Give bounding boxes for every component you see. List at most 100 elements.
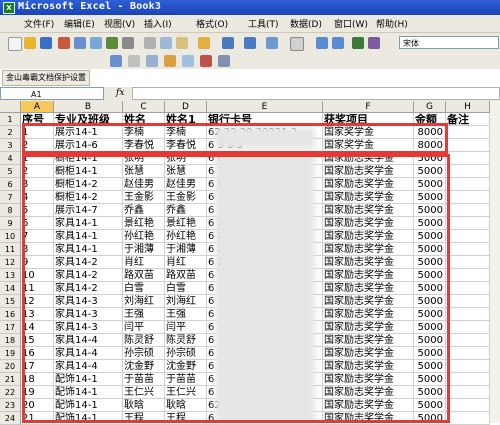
table-cell[interactable]: [446, 178, 490, 191]
table-cell[interactable]: [446, 321, 490, 334]
name-box[interactable]: A1: [0, 87, 104, 100]
save-icon[interactable]: [40, 37, 52, 49]
table-cell[interactable]: [446, 204, 490, 217]
row-header[interactable]: 16: [0, 308, 21, 321]
row-header[interactable]: 23: [0, 399, 21, 412]
table-cell[interactable]: [446, 217, 490, 230]
table-cell[interactable]: [446, 347, 490, 360]
column-header-b[interactable]: B: [54, 101, 123, 113]
formula-input[interactable]: [132, 87, 500, 100]
column-header-c[interactable]: C: [123, 101, 165, 113]
new-icon[interactable]: [8, 37, 22, 51]
column-header-g[interactable]: G: [414, 101, 446, 113]
menu-data[interactable]: 数据(D): [290, 17, 322, 30]
menu-tools[interactable]: 工具(T): [248, 17, 279, 30]
row-header[interactable]: 21: [0, 373, 21, 386]
table-cell[interactable]: [446, 399, 490, 412]
table-cell[interactable]: [446, 308, 490, 321]
table-cell[interactable]: [446, 282, 490, 295]
table-cell[interactable]: [446, 230, 490, 243]
table-cell[interactable]: [446, 334, 490, 347]
toolbar2-icon-2[interactable]: [128, 55, 140, 67]
drawing-icon[interactable]: [368, 37, 380, 49]
menu-edit[interactable]: 编辑(E): [64, 17, 95, 30]
open-icon[interactable]: [24, 37, 36, 49]
toolbar2-icon-3[interactable]: [146, 55, 158, 67]
table-cell[interactable]: [446, 256, 490, 269]
menu-file[interactable]: 文件(F): [24, 17, 54, 30]
undo-icon[interactable]: [222, 37, 234, 49]
table-cell[interactable]: [446, 139, 490, 152]
redo-icon[interactable]: [244, 37, 256, 49]
menu-insert[interactable]: 插入(I): [144, 17, 172, 30]
table-cell[interactable]: [446, 243, 490, 256]
table-cell[interactable]: [446, 295, 490, 308]
column-header-h[interactable]: H: [446, 101, 490, 113]
row-header[interactable]: 3: [0, 139, 21, 152]
toolbar2-icon-5[interactable]: [182, 55, 194, 67]
autosum-icon[interactable]: [290, 37, 304, 51]
menu-help[interactable]: 帮助(H): [376, 17, 408, 30]
print-preview-icon[interactable]: [90, 37, 102, 49]
row-header[interactable]: 1: [0, 113, 21, 126]
copy-icon[interactable]: [160, 37, 172, 49]
row-header[interactable]: 13: [0, 269, 21, 282]
menu-window[interactable]: 窗口(W): [334, 17, 368, 30]
row-header[interactable]: 24: [0, 412, 21, 425]
permission-icon[interactable]: [58, 37, 70, 49]
row-header[interactable]: 10: [0, 230, 21, 243]
spelling-icon[interactable]: [106, 37, 118, 49]
row-header[interactable]: 7: [0, 191, 21, 204]
vertical-scrollbar[interactable]: [490, 101, 500, 423]
row-header[interactable]: 2: [0, 126, 21, 139]
hyperlink-icon[interactable]: [266, 37, 278, 49]
row-header[interactable]: 6: [0, 178, 21, 191]
row-header[interactable]: 22: [0, 386, 21, 399]
row-header[interactable]: 15: [0, 295, 21, 308]
select-all-corner[interactable]: [0, 101, 21, 113]
cut-icon[interactable]: [144, 37, 156, 49]
header-cell[interactable]: 备注: [446, 113, 490, 126]
table-cell[interactable]: [446, 269, 490, 282]
sort-ascending-icon[interactable]: [316, 37, 328, 49]
chart-wizard-icon[interactable]: [352, 37, 364, 49]
toolbar2-icon-1[interactable]: [110, 55, 122, 67]
table-cell[interactable]: [446, 412, 490, 425]
row-header[interactable]: 8: [0, 204, 21, 217]
toolbar2-icon-7[interactable]: [218, 55, 230, 67]
table-cell[interactable]: [446, 373, 490, 386]
toolbar2-icon-4[interactable]: [164, 55, 176, 67]
row-header[interactable]: 18: [0, 334, 21, 347]
row-header[interactable]: 9: [0, 217, 21, 230]
font-name-select[interactable]: 宋体: [399, 36, 499, 49]
column-header-d[interactable]: D: [165, 101, 207, 113]
excel-app-icon[interactable]: X: [3, 2, 15, 14]
toolbar2-icon-6[interactable]: [200, 55, 212, 67]
format-painter-icon[interactable]: [198, 37, 210, 49]
row-header[interactable]: 20: [0, 360, 21, 373]
table-cell[interactable]: [446, 191, 490, 204]
column-header-e[interactable]: E: [207, 101, 323, 113]
menu-view[interactable]: 视图(V): [104, 17, 135, 30]
table-cell[interactable]: [446, 165, 490, 178]
row-header[interactable]: 19: [0, 347, 21, 360]
table-cell[interactable]: [446, 126, 490, 139]
column-header-f[interactable]: F: [323, 101, 414, 113]
print-icon[interactable]: [74, 37, 86, 49]
row-header[interactable]: 5: [0, 165, 21, 178]
column-header-a[interactable]: A: [21, 101, 54, 113]
doc-protect-button[interactable]: 金山毒霸文档保护设置: [2, 70, 90, 86]
row-header[interactable]: 12: [0, 256, 21, 269]
sort-descending-icon[interactable]: [332, 37, 344, 49]
research-icon[interactable]: [122, 37, 134, 49]
table-cell[interactable]: [446, 152, 490, 165]
row-header[interactable]: 14: [0, 282, 21, 295]
table-cell[interactable]: [446, 360, 490, 373]
fx-icon[interactable]: fx: [116, 88, 124, 98]
paste-icon[interactable]: [176, 37, 188, 49]
table-cell[interactable]: [446, 386, 490, 399]
row-header[interactable]: 17: [0, 321, 21, 334]
menu-format[interactable]: 格式(O): [196, 17, 228, 30]
row-header[interactable]: 4: [0, 152, 21, 165]
row-header[interactable]: 11: [0, 243, 21, 256]
